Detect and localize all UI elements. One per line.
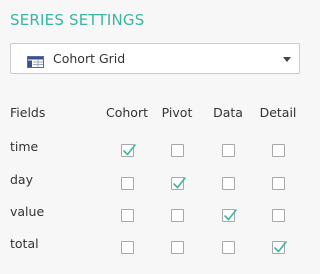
field-label-value: value [10, 204, 45, 219]
field-label-day: day [10, 172, 33, 187]
series-settings-panel: SERIES SETTINGS Cohort Grid Fields Cohor… [0, 0, 318, 274]
checkbox-day-data[interactable] [222, 177, 235, 190]
checkbox-total-pivot[interactable] [171, 241, 184, 254]
checkbox-value-detail[interactable] [272, 209, 285, 222]
checkmark-icon [173, 177, 186, 189]
checkbox-value-cohort[interactable] [121, 209, 134, 222]
checkbox-day-detail[interactable] [272, 177, 285, 190]
select-value: Cohort Grid [53, 51, 126, 66]
fields-header: Fields [10, 105, 46, 120]
section-title: SERIES SETTINGS [10, 11, 145, 29]
field-label-total: total [10, 236, 39, 251]
grid-table-icon [27, 53, 44, 68]
column-header-cohort: Cohort [106, 105, 148, 120]
checkbox-day-pivot[interactable] [171, 177, 186, 190]
checkbox-total-detail[interactable] [272, 241, 287, 254]
column-header-data: Data [213, 105, 243, 120]
series-type-select[interactable]: Cohort Grid [10, 43, 300, 74]
checkbox-value-pivot[interactable] [171, 209, 184, 222]
checkmark-icon [224, 209, 237, 221]
column-header-pivot: Pivot [161, 105, 193, 120]
caret-down-icon [283, 57, 291, 62]
checkbox-time-detail[interactable] [272, 144, 285, 157]
checkmark-icon [123, 144, 136, 156]
checkbox-total-data[interactable] [222, 241, 235, 254]
checkbox-time-data[interactable] [222, 144, 235, 157]
column-header-detail: Detail [259, 105, 297, 120]
checkmark-icon [274, 241, 287, 253]
checkbox-value-data[interactable] [222, 209, 237, 222]
checkbox-day-cohort[interactable] [121, 177, 134, 190]
checkbox-time-cohort[interactable] [121, 144, 136, 157]
checkbox-time-pivot[interactable] [171, 144, 184, 157]
checkbox-total-cohort[interactable] [121, 241, 134, 254]
field-label-time: time [10, 139, 39, 154]
